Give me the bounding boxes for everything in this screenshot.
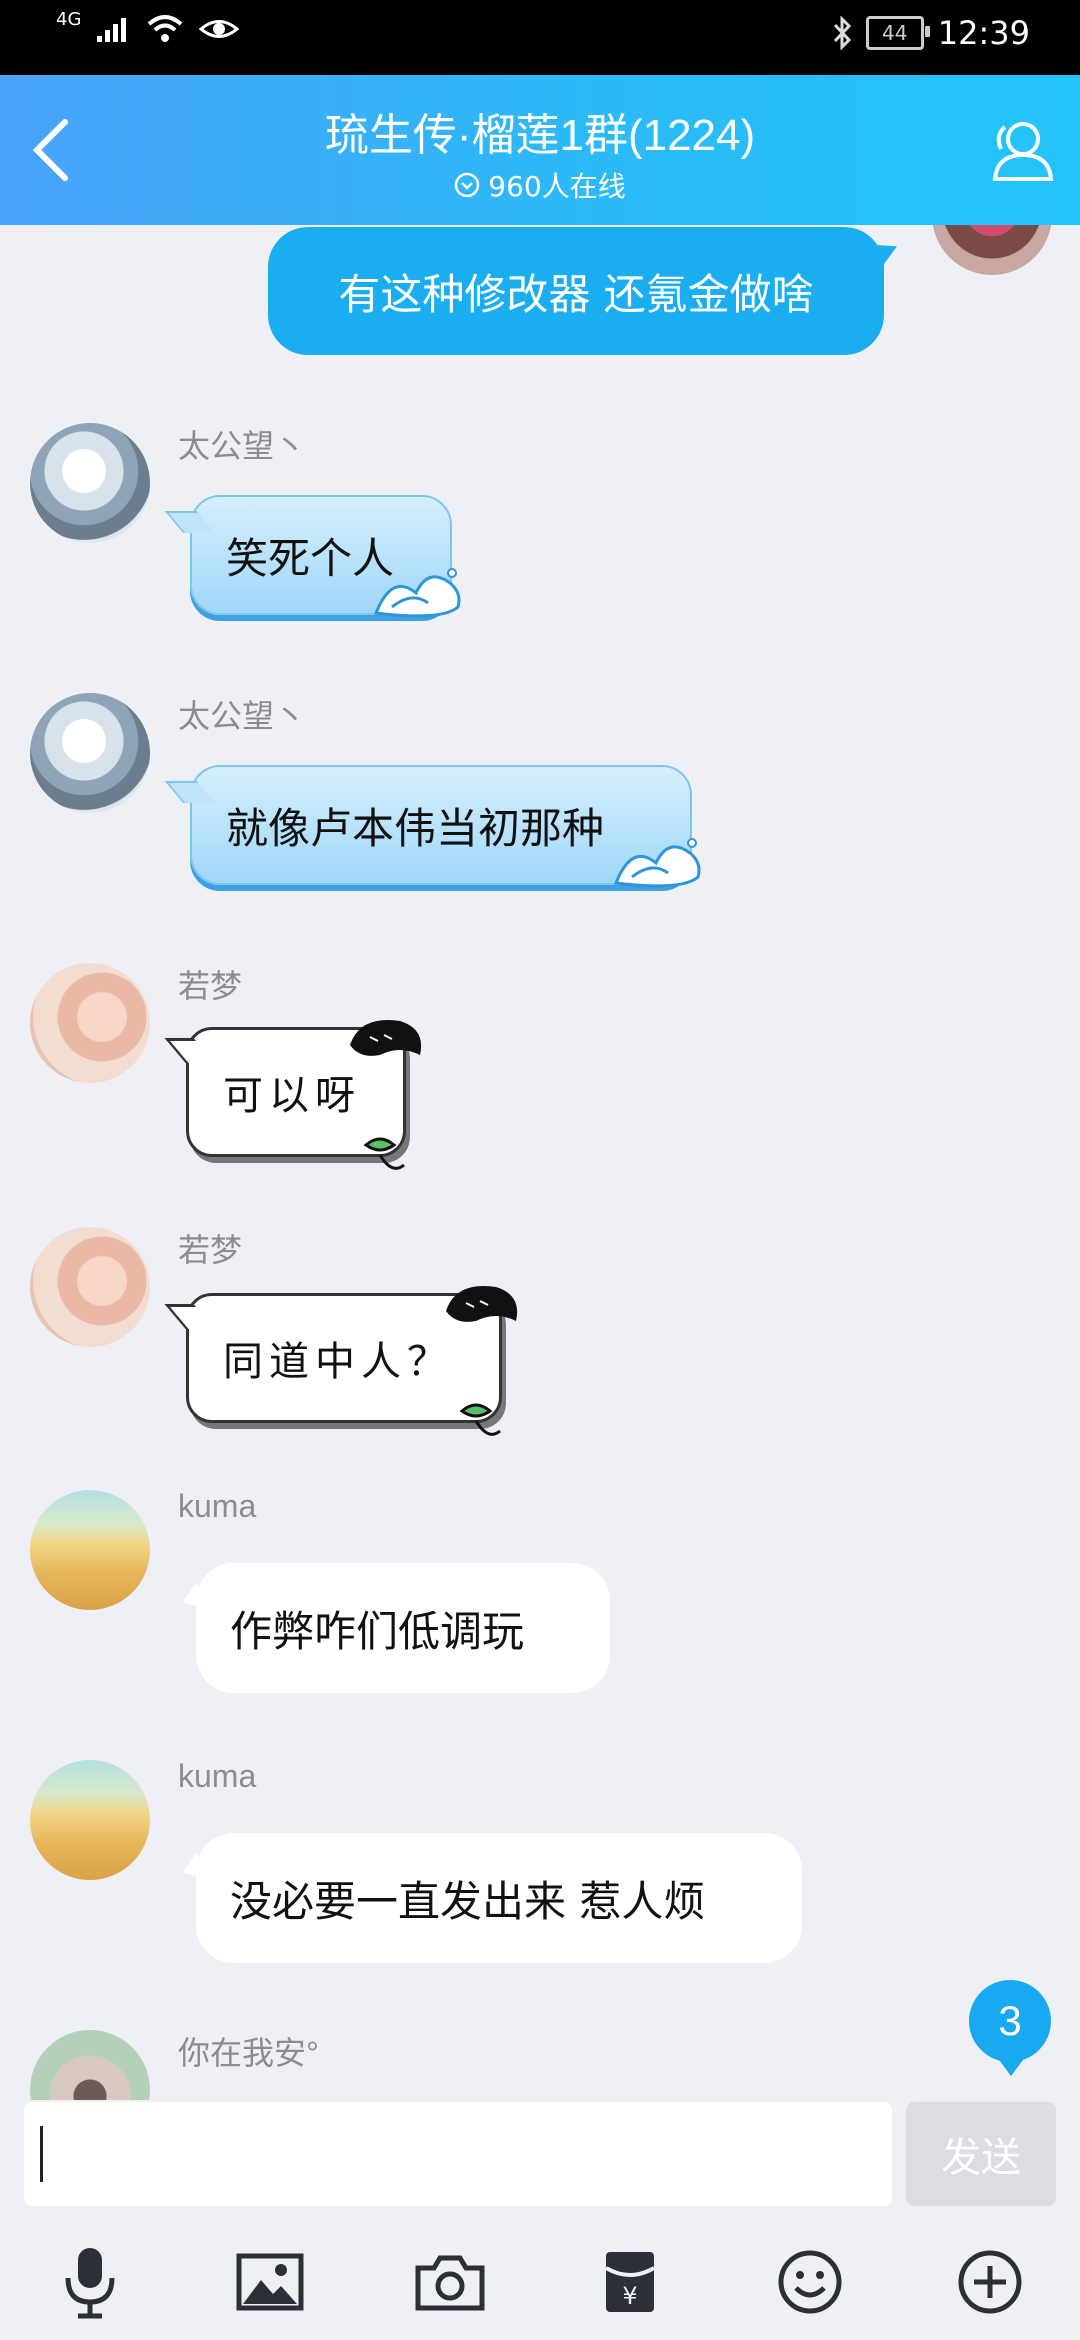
battery-indicator: 44: [865, 16, 930, 50]
sender-name: 太公望丶: [178, 698, 307, 734]
sender-name: 你在我安°: [178, 2035, 319, 2071]
input-toolbar: ¥: [0, 2220, 1080, 2340]
avatar[interactable]: [30, 2030, 150, 2100]
plus-icon: [958, 2250, 1022, 2314]
bluetooth-icon: [833, 16, 851, 50]
text-caret: [40, 2126, 43, 2182]
emoji-icon: [778, 2250, 842, 2314]
online-count[interactable]: 960人在线: [0, 165, 1080, 205]
sender-name: 若梦: [178, 1232, 243, 1268]
avatar[interactable]: [30, 1760, 150, 1880]
clock: 12:39: [937, 14, 1030, 52]
message-bubble[interactable]: 没必要一直发出来 惹人烦: [196, 1833, 802, 1963]
status-bar: 4G 44 12:39: [0, 0, 1080, 75]
avatar[interactable]: [30, 423, 150, 543]
svg-text:¥: ¥: [622, 2282, 637, 2310]
input-bar: 发送: [0, 2100, 1080, 2206]
sender-name: kuma: [178, 1758, 257, 1794]
sender-name: 若梦: [178, 968, 243, 1004]
sender-name: kuma: [178, 1488, 257, 1524]
person-icon: [992, 122, 1054, 181]
wifi-icon: [148, 15, 183, 42]
camera-icon: [415, 2255, 485, 2311]
voice-button[interactable]: [50, 2242, 130, 2322]
eye-icon: [199, 20, 240, 38]
image-button[interactable]: [230, 2242, 310, 2322]
avatar[interactable]: [30, 1227, 150, 1347]
signal-icon: [97, 18, 127, 42]
camera-button[interactable]: [410, 2242, 490, 2322]
avatar[interactable]: [30, 963, 150, 1083]
microphone-icon: [65, 2248, 115, 2319]
message-bubble[interactable]: 有这种修改器 还氪金做啥: [268, 227, 884, 355]
group-title: 琉生传·榴莲1群(1224): [324, 111, 756, 160]
chevron-down-circle-icon: [455, 172, 480, 198]
message-bubble[interactable]: 笑死个人: [190, 495, 452, 615]
red-packet-button[interactable]: ¥: [590, 2242, 670, 2322]
network-type: 4G: [56, 8, 82, 30]
my-avatar[interactable]: [932, 225, 1052, 275]
more-button[interactable]: [950, 2242, 1030, 2322]
message-list[interactable]: 有这种修改器 还氪金做啥 太公望丶 笑死个人 太公望丶 就像卢本伟当初那种 若梦…: [0, 225, 1080, 2100]
red-packet-icon: ¥: [604, 2252, 656, 2312]
message-input[interactable]: [24, 2102, 892, 2206]
chat-header: 琉生传·榴莲1群(1224) 960人在线: [0, 75, 1080, 225]
message-bubble[interactable]: 可以呀: [186, 1027, 406, 1157]
image-icon: [236, 2253, 304, 2311]
message-bubble[interactable]: 就像卢本伟当初那种: [190, 765, 692, 885]
sender-name: 太公望丶: [178, 428, 307, 464]
message-bubble[interactable]: 同道中人？: [186, 1293, 502, 1423]
send-button[interactable]: 发送: [906, 2102, 1056, 2206]
emoji-button[interactable]: [770, 2242, 850, 2322]
avatar[interactable]: [30, 693, 150, 813]
message-bubble[interactable]: 作弊咋们低调玩: [196, 1563, 610, 1693]
group-members-button[interactable]: [978, 113, 1058, 187]
avatar[interactable]: [30, 1490, 150, 1610]
unread-count-badge[interactable]: 3: [969, 1980, 1051, 2076]
